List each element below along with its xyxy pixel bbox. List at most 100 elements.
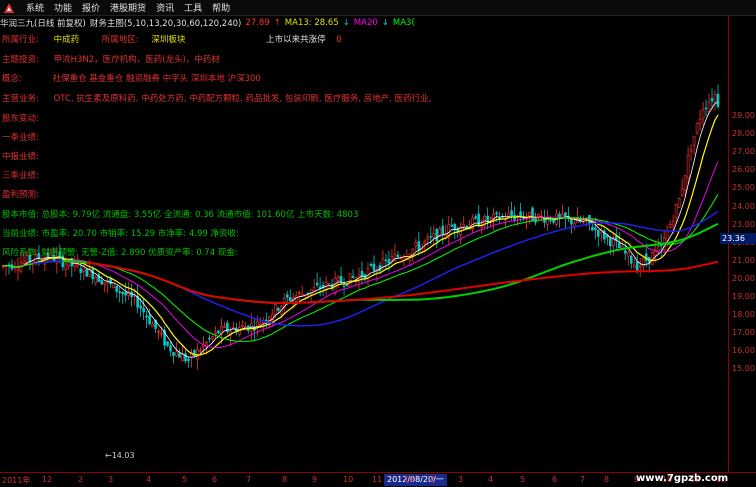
up-arrow-icon: ↑ bbox=[273, 17, 281, 28]
region-label: 所属地区: bbox=[101, 35, 139, 45]
candle-body bbox=[474, 216, 477, 219]
concept-label: 主题投资: bbox=[2, 55, 39, 65]
date-tick: 7 bbox=[246, 475, 252, 484]
candle-body bbox=[94, 276, 98, 283]
candle-body bbox=[181, 353, 184, 362]
candle-body bbox=[623, 250, 627, 254]
menu-tools[interactable]: 工具 bbox=[184, 1, 202, 14]
candle-body bbox=[665, 230, 669, 242]
candle-body bbox=[396, 254, 400, 258]
candle-body bbox=[348, 273, 352, 288]
candle-body bbox=[423, 241, 427, 245]
candle-body bbox=[109, 278, 112, 285]
candle-body bbox=[677, 198, 681, 208]
candle-body bbox=[172, 352, 175, 356]
candle-body bbox=[429, 236, 433, 238]
candle-body bbox=[345, 284, 349, 286]
candle-body bbox=[145, 315, 148, 318]
candle-body bbox=[707, 101, 711, 112]
candle-body bbox=[432, 233, 436, 238]
forecast-row: 盈利预测: bbox=[2, 188, 39, 200]
candle-body bbox=[288, 297, 292, 302]
candle-body bbox=[327, 283, 331, 285]
candle-body bbox=[573, 222, 576, 227]
candle-body bbox=[686, 155, 690, 178]
candle-body bbox=[656, 246, 660, 252]
date-tick: 4 bbox=[488, 475, 494, 484]
candle-body bbox=[683, 175, 687, 191]
candle-body bbox=[208, 337, 211, 340]
candle-body bbox=[312, 286, 316, 291]
candle-body bbox=[142, 307, 145, 313]
watermark-text: www.7gpzb.com bbox=[636, 473, 729, 484]
q1-label: 一季业绩: bbox=[2, 133, 39, 143]
market-cap-row: 股本市值: 总股本: 9.79亿 流通盘: 3.55亿 全流通: 0.36 流通… bbox=[2, 210, 359, 220]
menu-help[interactable]: 帮助 bbox=[212, 1, 230, 14]
candle-body bbox=[351, 275, 355, 278]
candle-body bbox=[689, 149, 693, 152]
candle-body bbox=[695, 123, 699, 133]
candle-body bbox=[166, 341, 169, 346]
candle-body bbox=[632, 264, 636, 269]
app-logo-icon[interactable] bbox=[2, 1, 16, 15]
q3-label: 三季业绩: bbox=[2, 171, 39, 181]
q3-row: 三季业绩: bbox=[2, 169, 39, 181]
candle-body bbox=[199, 350, 202, 352]
candle-body bbox=[617, 242, 621, 249]
candle-body bbox=[369, 264, 373, 266]
date-tick: 4 bbox=[146, 475, 152, 484]
candle-body bbox=[276, 307, 280, 311]
price-readout: 27.89 bbox=[245, 17, 270, 28]
date-tick: 12 bbox=[42, 475, 53, 484]
candle-body bbox=[297, 292, 301, 294]
candle-body bbox=[561, 214, 564, 218]
candle-body bbox=[704, 107, 708, 110]
candle-body bbox=[187, 358, 190, 362]
candle-body bbox=[151, 323, 154, 327]
menu-system[interactable]: 系统 bbox=[26, 1, 44, 14]
date-tick: 5 bbox=[520, 475, 526, 484]
candle-body bbox=[160, 332, 163, 335]
candle-body bbox=[85, 268, 89, 277]
price-tick: 16.00 bbox=[732, 346, 755, 356]
indicator-name[interactable]: 财务主图(5,10,13,20,30,60,120,240) bbox=[90, 17, 241, 29]
candle-body bbox=[13, 267, 17, 269]
stock-name-period[interactable]: 华润三九(日线 前复权) bbox=[0, 17, 86, 29]
menu-news[interactable]: 资讯 bbox=[156, 1, 174, 14]
candle-body bbox=[118, 291, 121, 293]
menu-hk-futures[interactable]: 港股期货 bbox=[110, 1, 146, 14]
candle-body bbox=[713, 93, 717, 103]
candle-body bbox=[366, 268, 370, 279]
price-tick: 28.00 bbox=[732, 129, 755, 139]
candle-body bbox=[241, 325, 244, 328]
date-tick: 3 bbox=[108, 475, 114, 484]
region-value: 深圳板块 bbox=[151, 35, 186, 45]
candle-body bbox=[680, 188, 684, 196]
shareholder-label: 股东变动: bbox=[2, 114, 39, 124]
candlestick-chart[interactable] bbox=[0, 16, 728, 472]
candle-body bbox=[22, 260, 26, 264]
h1-label: 中报业绩: bbox=[2, 152, 39, 162]
candle-body bbox=[315, 282, 319, 286]
candle-body bbox=[64, 263, 68, 270]
date-tick: 5 bbox=[182, 475, 188, 484]
business-value: OTC, 抗生素及原料药, 中药处方药, 中药配方颗粒, 药品批发, 包装印刷,… bbox=[53, 94, 432, 104]
candle-body bbox=[671, 220, 675, 226]
menu-functions[interactable]: 功能 bbox=[54, 1, 72, 14]
candle-body bbox=[148, 315, 151, 325]
candle-body bbox=[214, 331, 217, 335]
candle-body bbox=[635, 261, 639, 272]
candle-body bbox=[217, 330, 220, 334]
candle-body bbox=[417, 241, 421, 251]
date-tick: 6 bbox=[212, 475, 218, 484]
candle-body bbox=[591, 227, 594, 231]
selected-date[interactable]: 2012/08/20/一 bbox=[384, 474, 447, 486]
ma30-readout: MA3( bbox=[392, 17, 415, 28]
date-tick: 2011年 bbox=[2, 476, 31, 485]
date-tick: 7 bbox=[580, 475, 586, 484]
menu-quotes[interactable]: 报价 bbox=[82, 1, 100, 14]
candle-body bbox=[558, 213, 561, 218]
date-tick: 3 bbox=[458, 475, 464, 484]
price-tick: 25.00 bbox=[732, 183, 755, 193]
h1-row: 中报业绩: bbox=[2, 150, 39, 162]
